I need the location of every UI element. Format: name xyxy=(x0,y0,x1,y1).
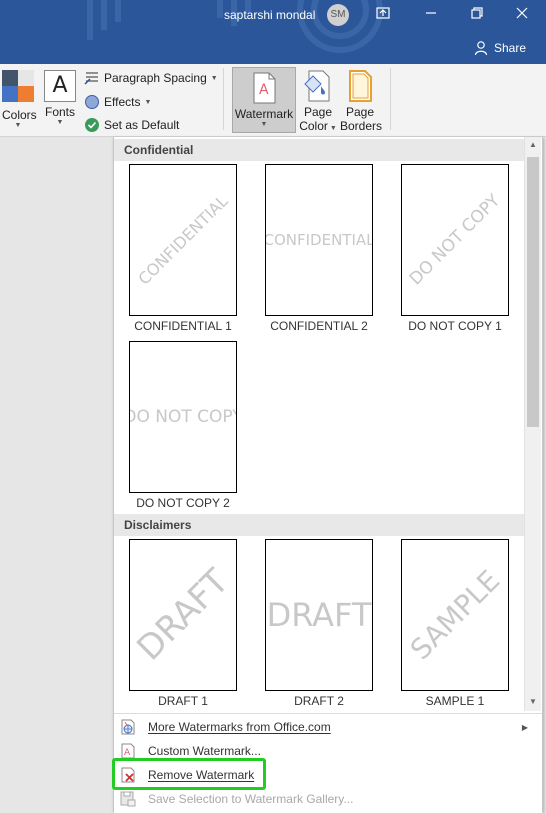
watermark-button[interactable]: A Watermark ▼ xyxy=(232,67,296,133)
chevron-down-icon: ▼ xyxy=(210,74,218,82)
fonts-icon: A xyxy=(44,70,76,102)
svg-text:A: A xyxy=(124,748,131,758)
globe-document-icon xyxy=(120,719,138,735)
page-color-icon xyxy=(304,70,330,102)
paragraph-spacing-icon xyxy=(84,72,98,85)
section-header-disclaimers: Disclaimers xyxy=(114,514,524,536)
close-icon[interactable] xyxy=(507,4,537,26)
ribbon-divider xyxy=(223,68,224,130)
watermark-thumbnail-do-not-copy-1[interactable]: DO NOT COPY xyxy=(401,164,509,316)
fonts-label: Fonts xyxy=(44,105,75,119)
svg-text:A: A xyxy=(259,82,269,98)
chevron-down-icon: ▼ xyxy=(14,122,22,129)
watermark-thumbnail-confidential-1[interactable]: CONFIDENTIAL xyxy=(129,164,237,316)
scrollbar-thumb[interactable] xyxy=(527,157,539,427)
watermark-preview-text: DRAFT xyxy=(129,561,237,669)
checkmark-icon xyxy=(85,118,99,132)
page-color-label-2: Color xyxy=(299,119,328,133)
watermark-thumbnail-sample-1[interactable]: SAMPLE xyxy=(401,539,509,691)
title-bar: saptarshi mondal SM Share xyxy=(0,0,546,64)
person-icon xyxy=(474,41,488,56)
watermark-document-icon: A xyxy=(120,743,138,759)
watermark-caption: DO NOT COPY 1 xyxy=(408,319,502,333)
share-label: Share xyxy=(494,41,527,55)
page-borders-label-2: Borders xyxy=(340,119,383,133)
scroll-down-icon[interactable]: ▼ xyxy=(525,697,541,706)
user-name[interactable]: saptarshi mondal xyxy=(224,8,315,22)
watermark-preview-text: SAMPLE xyxy=(403,563,507,667)
restore-icon[interactable] xyxy=(462,4,492,26)
page-color-label-row: Color ▼ xyxy=(298,119,338,133)
avatar[interactable]: SM xyxy=(327,4,349,26)
watermark-preview-text: DRAFT xyxy=(266,596,372,634)
colors-icon xyxy=(2,70,34,102)
share-button[interactable]: Share xyxy=(474,40,526,56)
watermark-thumbnail-confidential-2[interactable]: CONFIDENTIAL xyxy=(265,164,373,316)
watermark-caption: DRAFT 1 xyxy=(158,694,208,708)
watermark-preview-text: DO NOT COPY xyxy=(405,190,505,290)
effects-button[interactable]: Effects ▼ xyxy=(84,94,151,110)
page-color-button[interactable]: Page Color ▼ xyxy=(298,70,338,133)
watermark-caption: SAMPLE 1 xyxy=(425,694,485,708)
gallery-scrollbar[interactable]: ▲ ▼ xyxy=(524,137,541,711)
custom-watermark-label: Custom Watermark... xyxy=(148,744,261,758)
set-as-default-label: Set as Default xyxy=(104,118,180,132)
page-borders-label-1: Page xyxy=(345,105,375,119)
watermark-thumbnail-do-not-copy-2[interactable]: DO NOT COPY xyxy=(129,341,237,493)
page-borders-icon xyxy=(349,70,372,102)
section-header-confidential: Confidential xyxy=(114,139,524,161)
document-area xyxy=(0,137,113,812)
more-watermarks-menu-item[interactable]: More Watermarks from Office.com ▶ xyxy=(118,716,536,738)
set-as-default-button[interactable]: Set as Default xyxy=(84,117,179,133)
watermark-thumbnail-draft-1[interactable]: DRAFT xyxy=(129,539,237,691)
watermark-preview-text: CONFIDENTIAL xyxy=(265,231,373,249)
more-watermarks-label: More Watermarks from Office.com xyxy=(148,720,331,734)
ribbon-display-options-icon[interactable] xyxy=(368,4,398,26)
fonts-button[interactable]: A Fonts ▼ xyxy=(44,70,76,126)
minimize-icon[interactable] xyxy=(416,4,446,26)
watermark-caption: DO NOT COPY 2 xyxy=(136,496,230,510)
watermark-preview-text: DO NOT COPY xyxy=(129,407,237,427)
watermark-caption: CONFIDENTIAL 2 xyxy=(270,319,368,333)
colors-button[interactable]: Colors ▼ xyxy=(2,70,37,129)
colors-label: Colors xyxy=(2,108,37,122)
watermark-gallery-panel: Confidential CONFIDENTIAL CONFIDENTIAL 1… xyxy=(113,137,543,813)
watermark-caption: CONFIDENTIAL 1 xyxy=(134,319,232,333)
save-selection-label: Save Selection to Watermark Gallery... xyxy=(148,792,354,806)
save-selection-menu-item[interactable]: Save Selection to Watermark Gallery... xyxy=(118,788,536,810)
scroll-up-icon[interactable]: ▲ xyxy=(525,140,541,149)
highlight-box xyxy=(112,758,266,790)
page-color-label-1: Page xyxy=(303,105,333,119)
ribbon-divider xyxy=(390,68,391,130)
paragraph-spacing-button[interactable]: Paragraph Spacing ▼ xyxy=(84,71,218,85)
chevron-down-icon: ▼ xyxy=(56,119,64,126)
paragraph-spacing-label: Paragraph Spacing xyxy=(104,71,207,85)
chevron-down-icon: ▼ xyxy=(260,121,268,128)
watermark-label: Watermark xyxy=(234,107,294,121)
save-gallery-icon xyxy=(120,791,138,807)
watermark-caption: DRAFT 2 xyxy=(294,694,344,708)
chevron-down-icon: ▼ xyxy=(327,125,337,132)
watermark-preview-text: CONFIDENTIAL xyxy=(134,191,232,289)
chevron-right-icon: ▶ xyxy=(521,722,528,732)
watermark-icon: A xyxy=(253,72,276,104)
effects-label: Effects xyxy=(104,95,141,109)
page-borders-button[interactable]: Page Borders xyxy=(340,70,383,133)
effects-icon xyxy=(85,95,99,109)
chevron-down-icon: ▼ xyxy=(144,98,152,106)
watermark-thumbnail-draft-2[interactable]: DRAFT xyxy=(265,539,373,691)
